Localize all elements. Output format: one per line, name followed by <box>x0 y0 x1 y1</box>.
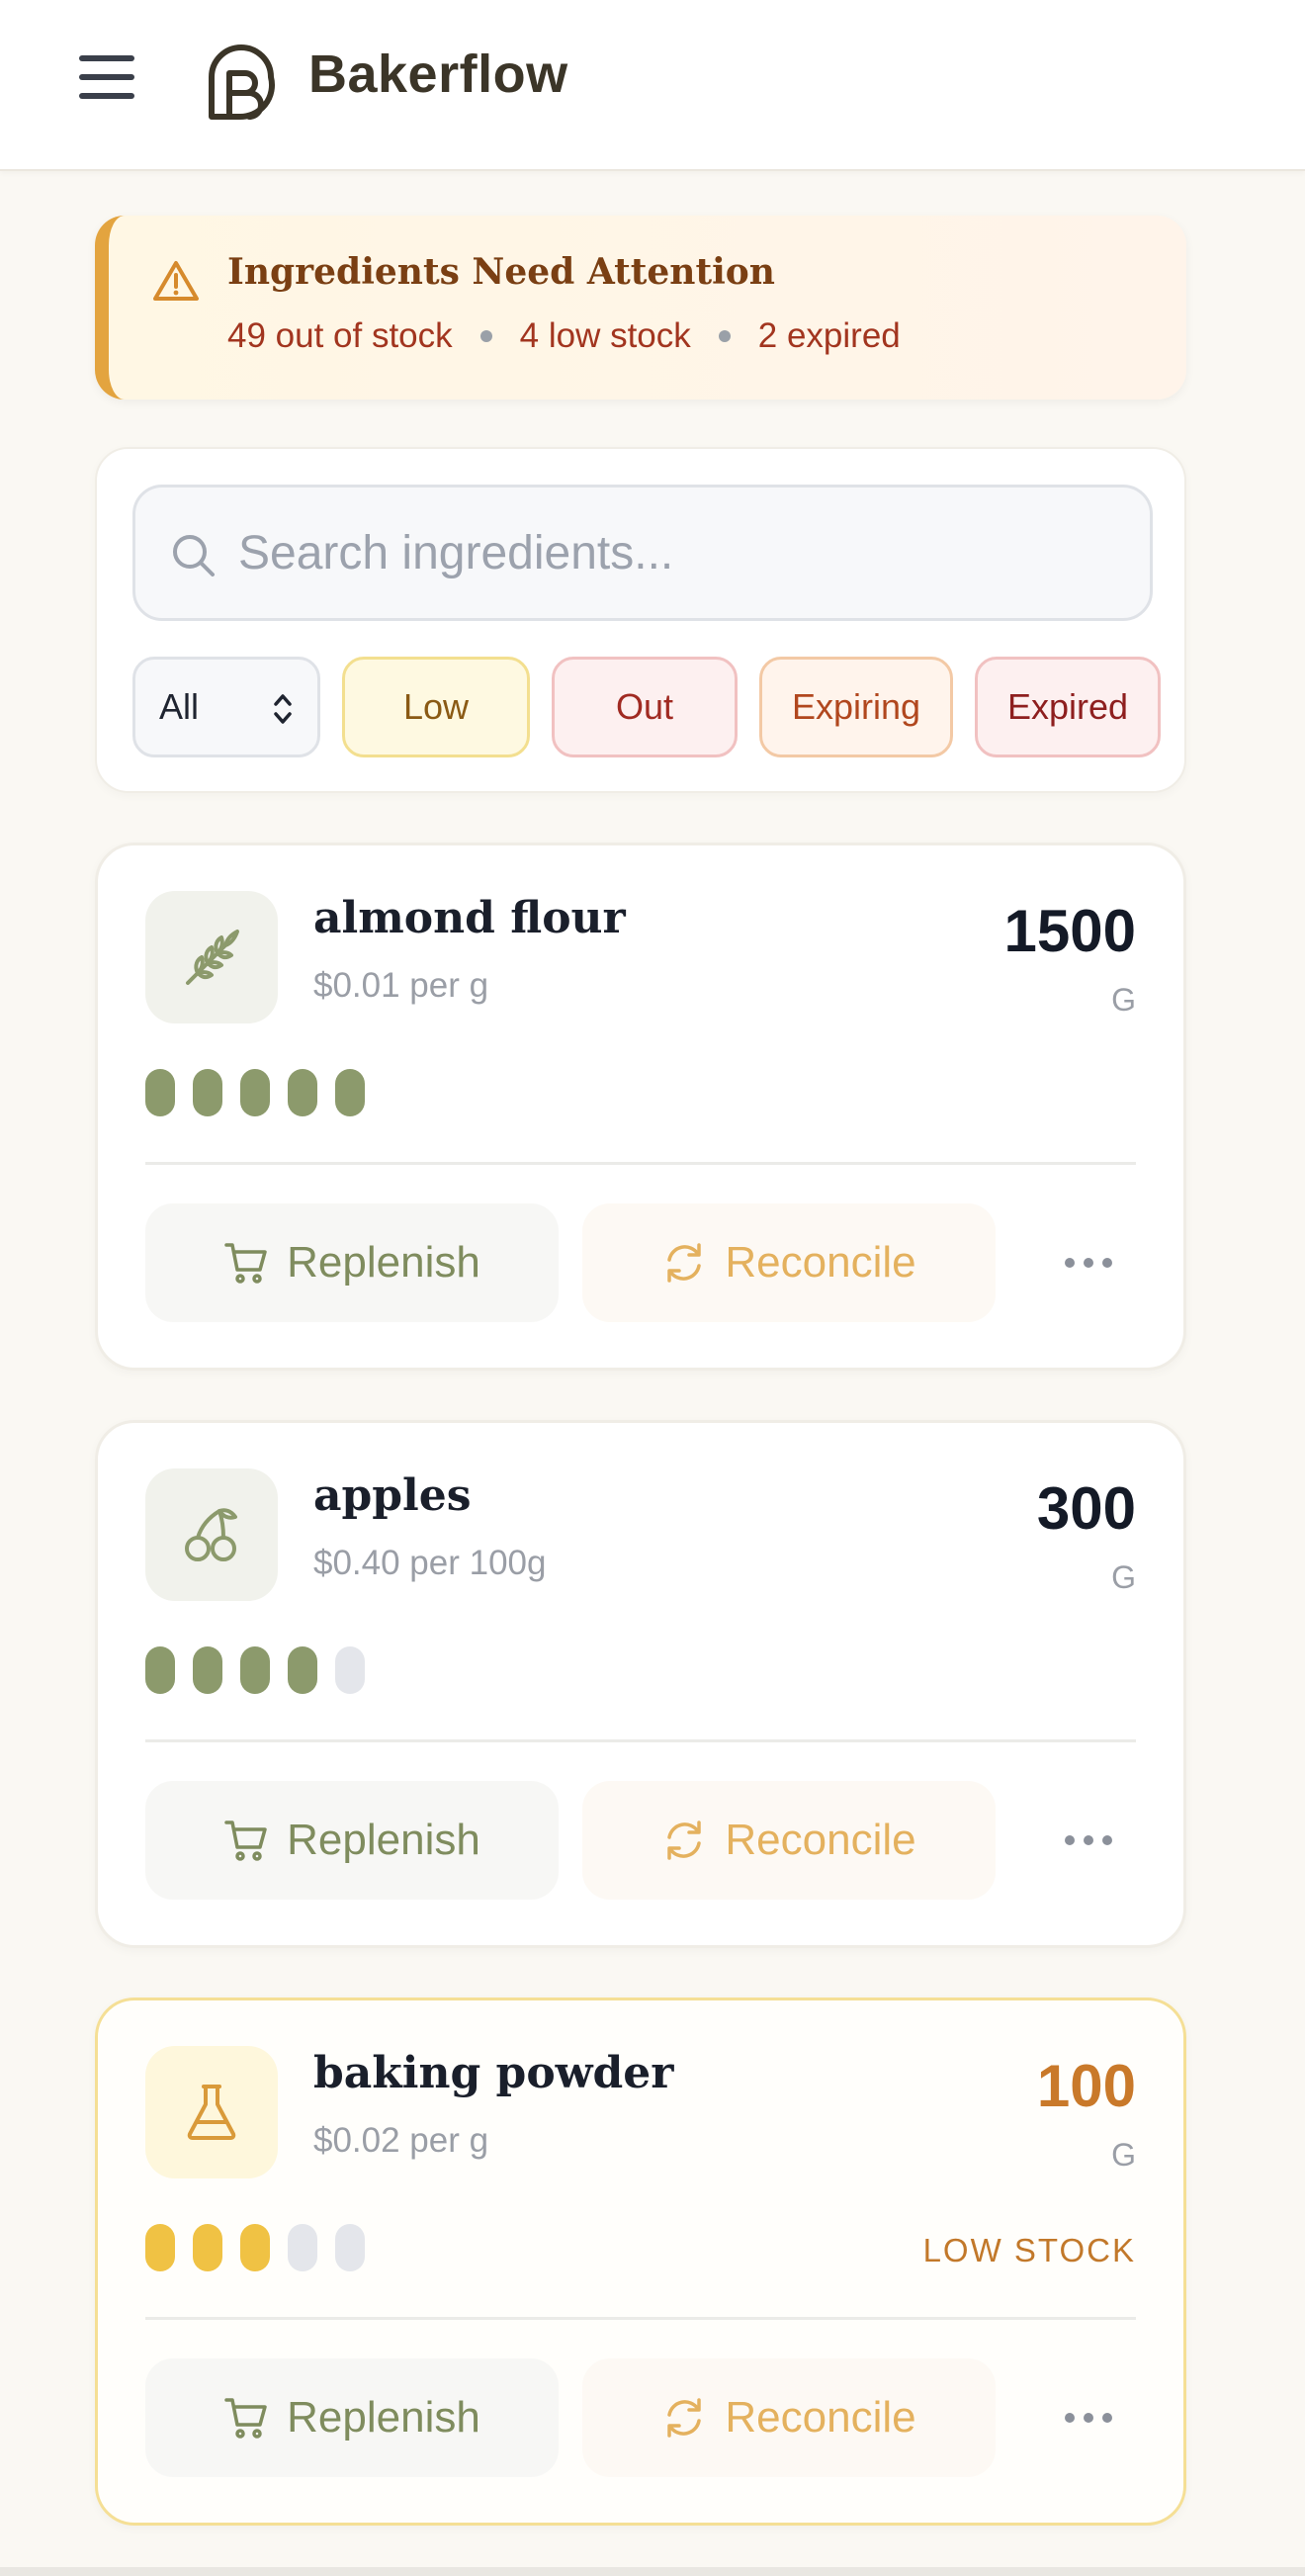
replenish-label: Replenish <box>287 1816 480 1864</box>
card-divider <box>145 1162 1136 1165</box>
ingredient-price: $0.40 per 100g <box>313 1544 547 1582</box>
ingredient-icon-tile <box>145 891 278 1023</box>
ingredient-unit: G <box>1111 1559 1136 1595</box>
wheat-icon <box>186 930 239 985</box>
ingredient-name: baking powder <box>313 2048 674 2098</box>
expired-count[interactable]: 2 expired <box>758 316 901 356</box>
cart-icon <box>224 2398 267 2439</box>
ingredient-card[interactable]: almond flour $0.01 per g 1500 G Replenis… <box>95 843 1186 1371</box>
more-options-icon[interactable] <box>1035 1801 1142 1880</box>
card-divider <box>145 2317 1136 2320</box>
replenish-button[interactable]: Replenish <box>145 1203 559 1322</box>
filter-panel: All Low Out Expiring Expired <box>95 447 1186 793</box>
filter-chip-out[interactable]: Out <box>552 657 738 757</box>
more-options-icon[interactable] <box>1035 1223 1142 1302</box>
category-select-value: All <box>159 686 200 727</box>
stock-level-pip <box>193 2224 222 2271</box>
stock-level-pip <box>240 2224 270 2271</box>
search-icon <box>173 535 215 577</box>
reconcile-button[interactable]: Reconcile <box>582 1781 996 1900</box>
cart-icon <box>224 1243 267 1284</box>
app-header: Bakerflow <box>0 0 1305 171</box>
ingredient-unit: G <box>1111 982 1136 1018</box>
stock-level-pip <box>288 1069 317 1116</box>
flask-icon <box>187 2085 236 2140</box>
more-options-icon[interactable] <box>1035 2378 1142 2457</box>
filter-chip-expired[interactable]: Expired <box>975 657 1161 757</box>
search-input[interactable] <box>238 517 1128 588</box>
filter-chip-low[interactable]: Low <box>342 657 530 757</box>
ingredient-icon-tile <box>145 2046 278 2178</box>
stock-level-pip <box>193 1069 222 1116</box>
refresh-icon <box>667 1821 702 1860</box>
low-stock-badge: LOW STOCK <box>922 2232 1136 2268</box>
card-divider <box>145 1739 1136 1742</box>
ingredient-quantity: 1500 <box>1003 898 1136 964</box>
stock-level-indicator <box>145 2224 365 2271</box>
separator-dot <box>718 330 731 342</box>
ingredient-name: almond flour <box>313 893 626 943</box>
stock-level-pip <box>335 1069 365 1116</box>
next-card-edge <box>0 2567 1305 2576</box>
ingredient-price: $0.01 per g <box>313 966 489 1005</box>
search-box <box>132 485 1153 621</box>
replenish-button[interactable]: Replenish <box>145 1781 559 1900</box>
stock-level-pip <box>145 1646 175 1694</box>
cherry-icon <box>185 1508 237 1561</box>
ingredient-quantity: 100 <box>1036 2053 1136 2119</box>
stock-level-pip <box>288 1646 317 1694</box>
replenish-label: Replenish <box>287 2393 480 2442</box>
refresh-icon <box>667 2398 702 2438</box>
ingredient-icon-tile <box>145 1468 278 1601</box>
alert-title: Ingredients Need Attention <box>227 251 775 293</box>
reconcile-button[interactable]: Reconcile <box>582 1203 996 1322</box>
bakerflow-logo-icon <box>209 44 276 121</box>
stock-level-pip <box>288 2224 317 2271</box>
low-stock-count[interactable]: 4 low stock <box>520 316 691 356</box>
hamburger-menu-icon[interactable] <box>75 49 138 105</box>
reconcile-label: Reconcile <box>725 2393 916 2442</box>
stock-level-pip <box>145 2224 175 2271</box>
ingredient-name: apples <box>313 1470 472 1521</box>
ingredient-quantity: 300 <box>1036 1475 1136 1542</box>
attention-alert: Ingredients Need Attention 49 out of sto… <box>95 216 1186 400</box>
stock-level-indicator <box>145 1646 365 1694</box>
cart-icon <box>224 1821 267 1861</box>
warning-icon <box>153 261 199 301</box>
reconcile-label: Reconcile <box>725 1238 916 1287</box>
stock-level-pip <box>335 2224 365 2271</box>
category-select[interactable]: All <box>132 657 320 757</box>
ingredient-unit: G <box>1111 2137 1136 2173</box>
separator-dot <box>479 330 492 342</box>
alert-stats: 49 out of stock 4 low stock 2 expired <box>227 316 901 356</box>
ingredient-price: $0.02 per g <box>313 2121 489 2160</box>
ingredient-card[interactable]: apples $0.40 per 100g 300 G Replenish Re… <box>95 1420 1186 1948</box>
ingredient-card[interactable]: baking powder $0.02 per g 100 G LOW STOC… <box>95 1998 1186 2526</box>
stock-level-indicator <box>145 1069 365 1116</box>
replenish-button[interactable]: Replenish <box>145 2358 559 2477</box>
replenish-label: Replenish <box>287 1238 480 1287</box>
stock-level-pip <box>335 1646 365 1694</box>
out-of-stock-count[interactable]: 49 out of stock <box>227 316 453 356</box>
refresh-icon <box>667 1243 702 1283</box>
chevron-up-down-icon <box>274 694 292 724</box>
stock-level-pip <box>193 1646 222 1694</box>
filter-row: All Low Out Expiring Expired <box>132 657 1161 757</box>
reconcile-label: Reconcile <box>725 1816 916 1864</box>
stock-level-pip <box>145 1069 175 1116</box>
reconcile-button[interactable]: Reconcile <box>582 2358 996 2477</box>
stock-level-pip <box>240 1646 270 1694</box>
brand-name: Bakerflow <box>308 44 568 104</box>
stock-level-pip <box>240 1069 270 1116</box>
filter-chip-expiring[interactable]: Expiring <box>759 657 953 757</box>
